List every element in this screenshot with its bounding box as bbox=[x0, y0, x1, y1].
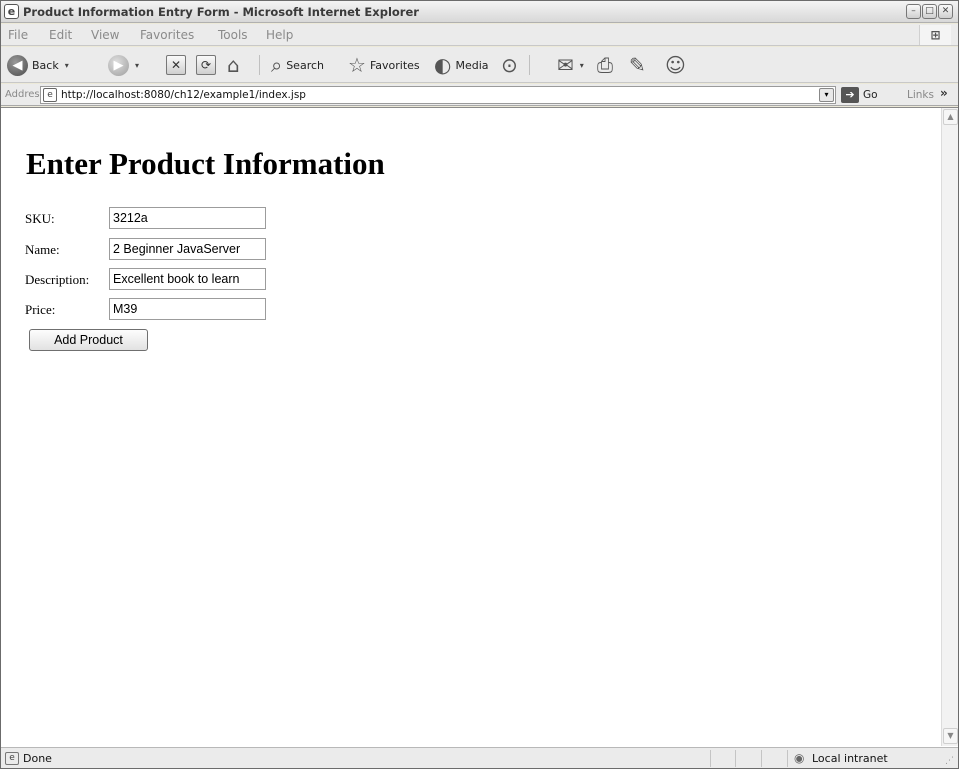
status-divider bbox=[710, 750, 711, 767]
history-icon: ⊙ bbox=[501, 53, 518, 77]
stop-icon: ✕ bbox=[166, 55, 186, 75]
messenger-button[interactable]: ☺ bbox=[665, 53, 686, 77]
page-heading: Enter Product Information bbox=[26, 146, 385, 181]
edit-icon: ✎ bbox=[629, 53, 646, 77]
scroll-up-icon[interactable]: ▲ bbox=[943, 109, 958, 125]
status-bar: e Done ◉ Local intranet ⋰ bbox=[1, 747, 958, 768]
search-button[interactable]: ⌕ Search bbox=[271, 53, 324, 77]
menu-file[interactable]: File bbox=[8, 28, 28, 42]
standard-toolbar: ◀ Back ▾ ▶ ▾ ✕ ⟳ ⌂ ⌕ Search ☆ Favorites … bbox=[1, 47, 958, 83]
links-chevron-icon[interactable]: » bbox=[940, 86, 948, 100]
name-input[interactable] bbox=[109, 238, 266, 260]
forward-dropdown-icon[interactable]: ▾ bbox=[135, 61, 139, 70]
menu-favorites[interactable]: Favorites bbox=[140, 28, 194, 42]
messenger-icon: ☺ bbox=[665, 53, 686, 77]
refresh-icon: ⟳ bbox=[196, 55, 216, 75]
page-icon: e bbox=[43, 88, 57, 102]
back-label: Back bbox=[32, 58, 59, 72]
print-button[interactable]: ⎙ bbox=[597, 53, 613, 77]
favorites-button[interactable]: ☆ Favorites bbox=[348, 53, 420, 77]
description-input[interactable] bbox=[109, 268, 266, 290]
add-product-button[interactable]: Add Product bbox=[29, 329, 148, 351]
home-button[interactable]: ⌂ bbox=[227, 53, 240, 77]
page-content: Enter Product Information SKU: Name: Des… bbox=[11, 108, 939, 746]
address-dropdown-icon[interactable]: ▾ bbox=[819, 88, 834, 102]
media-button[interactable]: ◐ Media bbox=[434, 53, 489, 77]
edit-button[interactable]: ✎ bbox=[629, 53, 646, 77]
page-status-icon: e bbox=[5, 752, 19, 765]
internet-explorer-icon: e bbox=[4, 4, 19, 19]
back-button[interactable]: ◀ Back ▾ bbox=[7, 53, 69, 77]
menu-view[interactable]: View bbox=[91, 28, 119, 42]
go-label: Go bbox=[863, 89, 878, 101]
resize-grip-icon[interactable]: ⋰ bbox=[945, 756, 954, 766]
history-button[interactable]: ⊙ bbox=[501, 53, 518, 77]
refresh-button[interactable]: ⟳ bbox=[196, 53, 216, 77]
status-text: Done bbox=[23, 752, 52, 765]
intranet-zone-icon: ◉ bbox=[794, 751, 805, 765]
stop-button[interactable]: ✕ bbox=[166, 53, 186, 77]
home-icon: ⌂ bbox=[227, 53, 240, 77]
menu-help[interactable]: Help bbox=[266, 28, 293, 42]
windows-logo-icon: ⊞ bbox=[919, 25, 951, 45]
title-bar: e Product Information Entry Form - Micro… bbox=[1, 1, 958, 23]
scroll-down-icon[interactable]: ▼ bbox=[943, 728, 958, 744]
close-button[interactable]: ✕ bbox=[938, 4, 953, 19]
search-icon: ⌕ bbox=[271, 53, 283, 77]
forward-arrow-icon: ▶ bbox=[108, 54, 129, 76]
address-field[interactable]: e http://localhost:8080/ch12/example1/in… bbox=[40, 86, 836, 104]
links-label[interactable]: Links bbox=[907, 89, 934, 101]
address-label: Address bbox=[5, 89, 45, 100]
menu-bar: File Edit View Favorites Tools Help ⊞ bbox=[1, 24, 958, 46]
mail-icon: ✉ bbox=[557, 53, 574, 77]
mail-button[interactable]: ✉ ▾ bbox=[557, 53, 584, 77]
status-divider bbox=[761, 750, 762, 767]
media-icon: ◐ bbox=[434, 53, 452, 77]
go-button[interactable]: ➔ Go bbox=[841, 87, 878, 103]
favorites-label: Favorites bbox=[369, 58, 420, 72]
sku-input[interactable] bbox=[109, 207, 266, 229]
minimize-button[interactable]: – bbox=[906, 4, 921, 19]
name-label: Name: bbox=[25, 242, 60, 257]
price-label: Price: bbox=[25, 302, 56, 317]
browser-window: e Product Information Entry Form - Micro… bbox=[0, 0, 959, 769]
menu-edit[interactable]: Edit bbox=[49, 28, 72, 42]
mail-dropdown-icon[interactable]: ▾ bbox=[580, 61, 584, 70]
address-bar: Address e http://localhost:8080/ch12/exa… bbox=[1, 84, 958, 106]
vertical-scrollbar[interactable]: ▲ ▼ bbox=[941, 108, 958, 746]
back-dropdown-icon[interactable]: ▾ bbox=[65, 61, 69, 70]
back-arrow-icon: ◀ bbox=[7, 54, 28, 76]
go-arrow-icon: ➔ bbox=[841, 87, 859, 103]
toolbar-separator bbox=[529, 55, 530, 75]
status-divider bbox=[735, 750, 736, 767]
toolbar-separator bbox=[259, 55, 260, 75]
window-title: Product Information Entry Form - Microso… bbox=[23, 5, 419, 19]
menu-tools[interactable]: Tools bbox=[218, 28, 248, 42]
favorites-star-icon: ☆ bbox=[348, 53, 366, 77]
sku-label: SKU: bbox=[25, 211, 55, 226]
maximize-button[interactable]: □ bbox=[922, 4, 937, 19]
url-text[interactable]: http://localhost:8080/ch12/example1/inde… bbox=[61, 89, 306, 101]
security-zone-label: Local intranet bbox=[812, 752, 888, 765]
description-label: Description: bbox=[25, 272, 90, 287]
print-icon: ⎙ bbox=[597, 53, 613, 77]
status-divider bbox=[787, 750, 788, 767]
search-label: Search bbox=[286, 58, 324, 72]
media-label: Media bbox=[455, 58, 489, 72]
price-input[interactable] bbox=[109, 298, 266, 320]
forward-button[interactable]: ▶ ▾ bbox=[108, 53, 139, 77]
